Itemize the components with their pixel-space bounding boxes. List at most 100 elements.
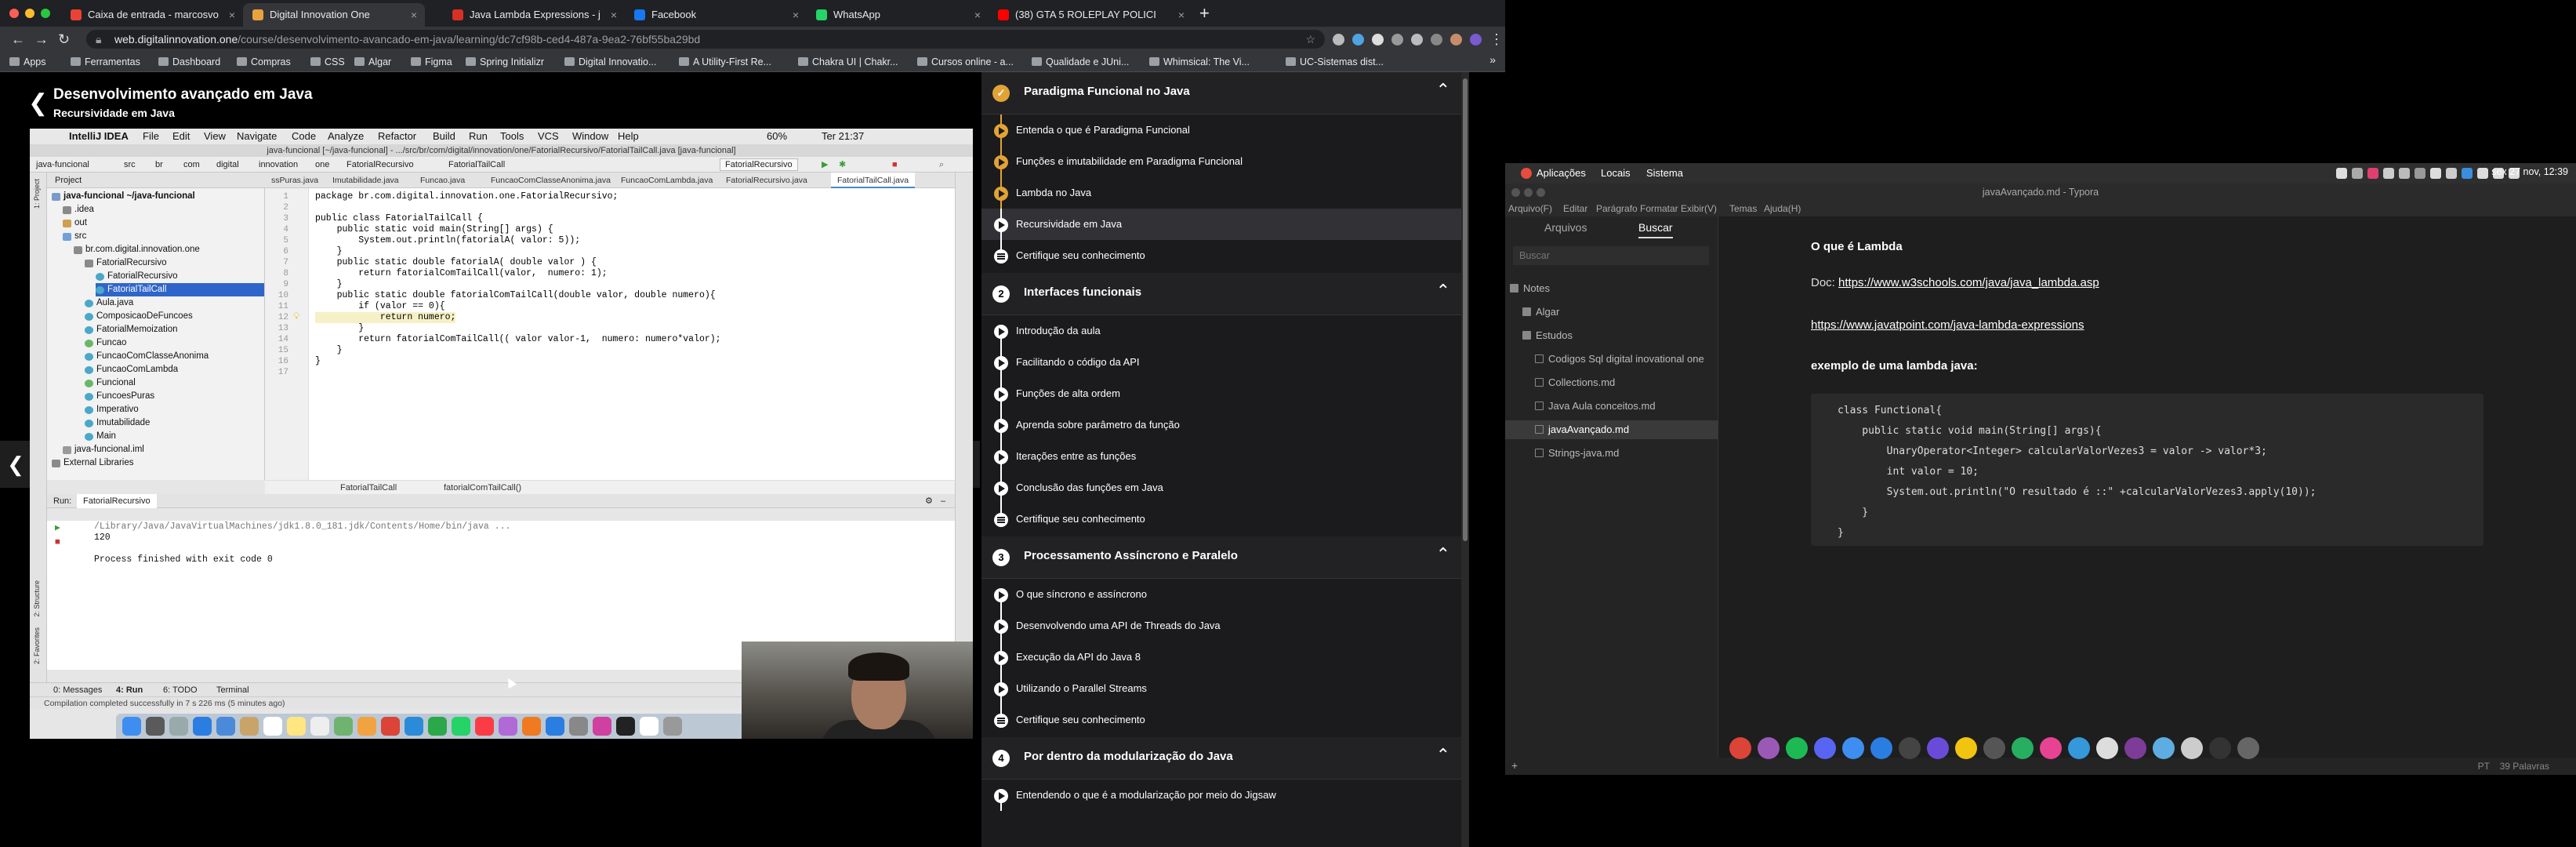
shield-icon[interactable]	[2462, 168, 2473, 179]
settings-gear-icon[interactable]	[2237, 737, 2259, 759]
notes-icon[interactable]	[287, 717, 306, 736]
tab-files[interactable]: Arquivos	[1544, 221, 1587, 234]
tree-node[interactable]: java-funcional ~/java-funcional	[52, 190, 195, 203]
back-icon[interactable]: ←	[11, 30, 25, 49]
minimize-window-button[interactable]	[25, 9, 34, 18]
music-icon[interactable]	[475, 717, 494, 736]
lesson-item[interactable]: Aprenda sobre parâmetro da função	[981, 409, 1461, 441]
monitor-icon[interactable]	[2399, 168, 2410, 179]
lightbulb-icon[interactable]: 💡︎	[293, 311, 299, 322]
search-icon[interactable]: ⌕	[939, 157, 944, 173]
bookmark-item[interactable]: Chakra UI | Chakr...	[798, 55, 898, 69]
chrome-icon[interactable]	[381, 717, 400, 736]
chevron-up-icon[interactable]: ⌃	[1436, 544, 1450, 565]
address-bar[interactable]: 🔒︎ web.digitalinnovation.one/course/dese…	[86, 30, 1325, 49]
lesson-item[interactable]: Conclusão das funções em Java	[981, 472, 1461, 503]
extension-icon[interactable]	[1372, 34, 1384, 45]
lesson-item[interactable]: Desenvolvendo uma API de Threads do Java	[981, 610, 1461, 642]
close-tab-icon[interactable]: ×	[229, 3, 235, 27]
doc-link[interactable]: https://www.javatpoint.com/java-lambda-e…	[1811, 318, 2084, 332]
lesson-item[interactable]: Entenda o que é Paradigma Funcional	[981, 115, 1461, 146]
app-menu-icon[interactable]	[1521, 168, 1532, 179]
menu-item[interactable]: Temas	[1729, 201, 1757, 216]
bookmark-item[interactable]: Cursos online - a...	[917, 55, 1014, 69]
calendar-icon[interactable]	[263, 717, 282, 736]
avatar[interactable]	[1450, 34, 1462, 45]
app-icon[interactable]	[1983, 737, 2005, 759]
lesson-item[interactable]: Execução da API do Java 8	[981, 642, 1461, 673]
extension-icon[interactable]	[1352, 34, 1364, 45]
messages-icon[interactable]	[405, 717, 423, 736]
app-store-icon[interactable]	[546, 717, 564, 736]
lesson-item[interactable]: Entendendo o que é a modularização por m…	[981, 780, 1461, 811]
bookmark-item[interactable]: Spring Initializr	[466, 55, 544, 69]
editor-tab[interactable]: FatorialRecursivo.java	[720, 173, 814, 188]
tree-node[interactable]: External Libraries	[52, 456, 133, 470]
lesson-item[interactable]: Iterações entre as funções	[981, 441, 1461, 472]
whatsapp-icon[interactable]	[452, 717, 470, 736]
app-icon[interactable]	[1899, 737, 1921, 759]
app-icon[interactable]	[2124, 737, 2146, 759]
tray-icon[interactable]	[2446, 168, 2457, 179]
editor-tab[interactable]: FuncaoComLambda.java	[615, 173, 719, 188]
bookmark-item[interactable]: UC-Sistemas dist...	[1286, 55, 1384, 69]
lesson-item[interactable]: Facilitando o código da API	[981, 347, 1461, 378]
stop-icon[interactable]: ■	[55, 536, 60, 549]
tree-node[interactable]: Main	[85, 430, 116, 443]
bookmark-item[interactable]: A Utility-First Re...	[679, 55, 771, 69]
tree-node[interactable]: FuncaoComLambda	[85, 363, 178, 376]
bookmark-item[interactable]: Ferramentas	[71, 55, 140, 69]
close-window-button[interactable]	[1511, 188, 1520, 197]
folder-item[interactable]: Notes	[1510, 279, 1550, 298]
forward-icon[interactable]: →	[34, 30, 49, 49]
menu-kebab-icon[interactable]: ⋮	[1489, 30, 1504, 49]
tray-icon[interactable]	[2367, 168, 2378, 179]
module-header[interactable]: 3 Processamento Assíncrono e Paralelo ⌃	[981, 536, 1461, 579]
typora-icon[interactable]	[2096, 737, 2118, 759]
finder-icon[interactable]	[122, 717, 141, 736]
zoom-window-button[interactable]	[41, 9, 50, 18]
panel-clock[interactable]: sex 27 nov, 12:39	[2491, 166, 2568, 177]
search-input[interactable]: Buscar	[1513, 246, 1709, 265]
previous-lesson-button[interactable]: ❮	[0, 441, 31, 488]
chevron-up-icon[interactable]: ⌃	[1436, 80, 1450, 100]
doc-link[interactable]: https://www.w3schools.com/java/java_lamb…	[1838, 276, 2099, 289]
tree-node[interactable]: .idea	[63, 203, 94, 216]
mongodb-icon[interactable]	[2012, 737, 2034, 759]
tree-node[interactable]: FatorialRecursivo	[96, 270, 177, 283]
app-icon[interactable]	[2181, 737, 2203, 759]
run-tab[interactable]: FatorialRecursivo	[77, 494, 157, 508]
podcasts-icon[interactable]	[499, 717, 517, 736]
tree-node[interactable]: out	[63, 216, 87, 230]
settings-gear-icon[interactable]: ⚙	[925, 494, 933, 508]
terminal-icon[interactable]	[2209, 737, 2231, 759]
mail-icon[interactable]	[216, 717, 235, 736]
word-count[interactable]: 39 Palavras	[2500, 761, 2549, 772]
extension-icon[interactable]	[1333, 34, 1344, 45]
launchpad-icon[interactable]	[169, 717, 188, 736]
tray-icon[interactable]	[2415, 168, 2425, 179]
editor-tab-active[interactable]: FatorialTailCall.java	[831, 173, 916, 188]
bookmark-item[interactable]: Qualidade e JUni...	[1032, 55, 1129, 69]
tree-node[interactable]: FuncoesPuras	[85, 390, 154, 403]
lesson-item[interactable]: Certifique seu conhecimento	[981, 704, 1461, 736]
beekeeper-icon[interactable]	[1955, 737, 1977, 759]
puzzle-icon[interactable]	[1411, 34, 1423, 45]
tree-node[interactable]: Imperativo	[85, 403, 139, 416]
tree-node[interactable]: Funcional	[85, 376, 136, 390]
extension-icon[interactable]	[1391, 34, 1403, 45]
bookmark-star-icon[interactable]: ☆	[1305, 30, 1315, 49]
safari-icon[interactable]	[193, 717, 212, 736]
stop-icon[interactable]: ■	[892, 157, 898, 173]
document-icon[interactable]	[640, 717, 659, 736]
facetime-icon[interactable]	[428, 717, 447, 736]
bookmark-item[interactable]: CSS	[310, 55, 345, 69]
lesson-video[interactable]: IntelliJ IDEA File Edit View Navigate Co…	[30, 129, 973, 739]
tab-facebook[interactable]: Facebook ×	[625, 3, 807, 27]
markdown-document[interactable]: O que é Lambda Doc: https://www.w3school…	[1718, 216, 2576, 758]
lesson-item[interactable]: Funções e imutabilidade em Paradigma Fun…	[981, 146, 1461, 177]
lesson-item[interactable]: Certifique seu conhecimento	[981, 503, 1461, 535]
folder-item[interactable]: Estudos	[1522, 326, 1573, 345]
rerun-icon[interactable]: ▶	[55, 522, 60, 535]
run-icon[interactable]: ▶	[822, 157, 828, 173]
